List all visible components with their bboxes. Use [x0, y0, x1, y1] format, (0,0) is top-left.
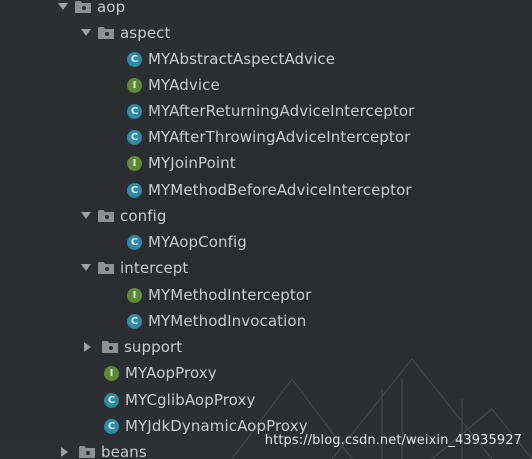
- tree-node-interface[interactable]: I MYAdvice: [0, 72, 532, 98]
- class-icon: C: [127, 103, 142, 119]
- folder-icon: [79, 445, 95, 459]
- tree-node-label: MYMethodInterceptor: [148, 286, 312, 304]
- tree-node-label: beans: [101, 443, 147, 459]
- interface-icon: I: [104, 365, 119, 381]
- tree-node-label: MYAopProxy: [125, 364, 217, 382]
- class-icon: C: [127, 313, 142, 329]
- tree-node-class[interactable]: C MYAfterReturningAdviceInterceptor: [0, 98, 532, 124]
- interface-icon: I: [127, 77, 142, 93]
- tree-node-label: MYJoinPoint: [148, 154, 236, 172]
- class-icon: C: [127, 51, 142, 67]
- folder-icon: [98, 26, 114, 40]
- tree-node-label: MYMethodBeforeAdviceInterceptor: [148, 181, 412, 199]
- tree-node-label: MYAopConfig: [148, 233, 247, 251]
- chevron-down-icon[interactable]: [81, 28, 91, 38]
- interface-icon: I: [127, 155, 142, 171]
- chevron-right-icon[interactable]: [83, 342, 93, 352]
- tree-node-label: MYAfterThrowingAdviceInterceptor: [148, 128, 411, 146]
- tree-node-aspect[interactable]: aspect: [0, 20, 532, 46]
- class-icon: C: [127, 182, 142, 198]
- tree-node-class[interactable]: C MYMethodBeforeAdviceInterceptor: [0, 177, 532, 203]
- tree-node-label: intercept: [120, 259, 189, 277]
- chevron-down-icon[interactable]: [81, 263, 91, 273]
- class-icon: C: [104, 392, 119, 408]
- class-icon: C: [127, 234, 142, 250]
- folder-icon: [102, 340, 118, 354]
- tree-node-label: aop: [97, 0, 126, 16]
- tree-node-class[interactable]: C MYAopConfig: [0, 229, 532, 255]
- tree-node-aop[interactable]: aop: [0, 0, 532, 20]
- tree-node-intercept[interactable]: intercept: [0, 255, 532, 281]
- tree-node-class[interactable]: C MYAbstractAspectAdvice: [0, 46, 532, 72]
- watermark-text: https://blog.csdn.net/weixin_43935927: [264, 433, 522, 448]
- tree-node-config[interactable]: config: [0, 203, 532, 229]
- class-icon: C: [104, 418, 119, 434]
- tree-node-interface[interactable]: I MYMethodInterceptor: [0, 282, 532, 308]
- tree-node-support[interactable]: support: [0, 334, 532, 360]
- folder-icon: [98, 209, 114, 223]
- interface-icon: I: [127, 287, 142, 303]
- chevron-down-icon[interactable]: [58, 2, 68, 12]
- tree-node-label: MYCglibAopProxy: [125, 391, 256, 409]
- tree-node-label: config: [120, 207, 167, 225]
- tree-node-class[interactable]: C MYCglibAopProxy: [0, 387, 532, 413]
- tree-node-interface[interactable]: I MYJoinPoint: [0, 150, 532, 176]
- tree-node-label: MYAdvice: [148, 76, 220, 94]
- tree-node-label: aspect: [120, 24, 171, 42]
- tree-node-interface[interactable]: I MYAopProxy: [0, 360, 532, 386]
- tree-node-label: support: [124, 338, 183, 356]
- tree-node-class[interactable]: C MYMethodInvocation: [0, 308, 532, 334]
- folder-icon: [98, 261, 114, 275]
- chevron-down-icon[interactable]: [81, 211, 91, 221]
- tree-node-label: MYAfterReturningAdviceInterceptor: [148, 102, 415, 120]
- tree-node-label: MYAbstractAspectAdvice: [148, 50, 336, 68]
- folder-icon: [75, 0, 91, 14]
- tree-node-class[interactable]: C MYAfterThrowingAdviceInterceptor: [0, 124, 532, 150]
- project-tree: aop aspect C MYAbstractAspectAdvice I MY…: [0, 0, 532, 459]
- class-icon: C: [127, 129, 142, 145]
- tree-node-label: MYMethodInvocation: [148, 312, 307, 330]
- chevron-right-icon[interactable]: [60, 447, 70, 457]
